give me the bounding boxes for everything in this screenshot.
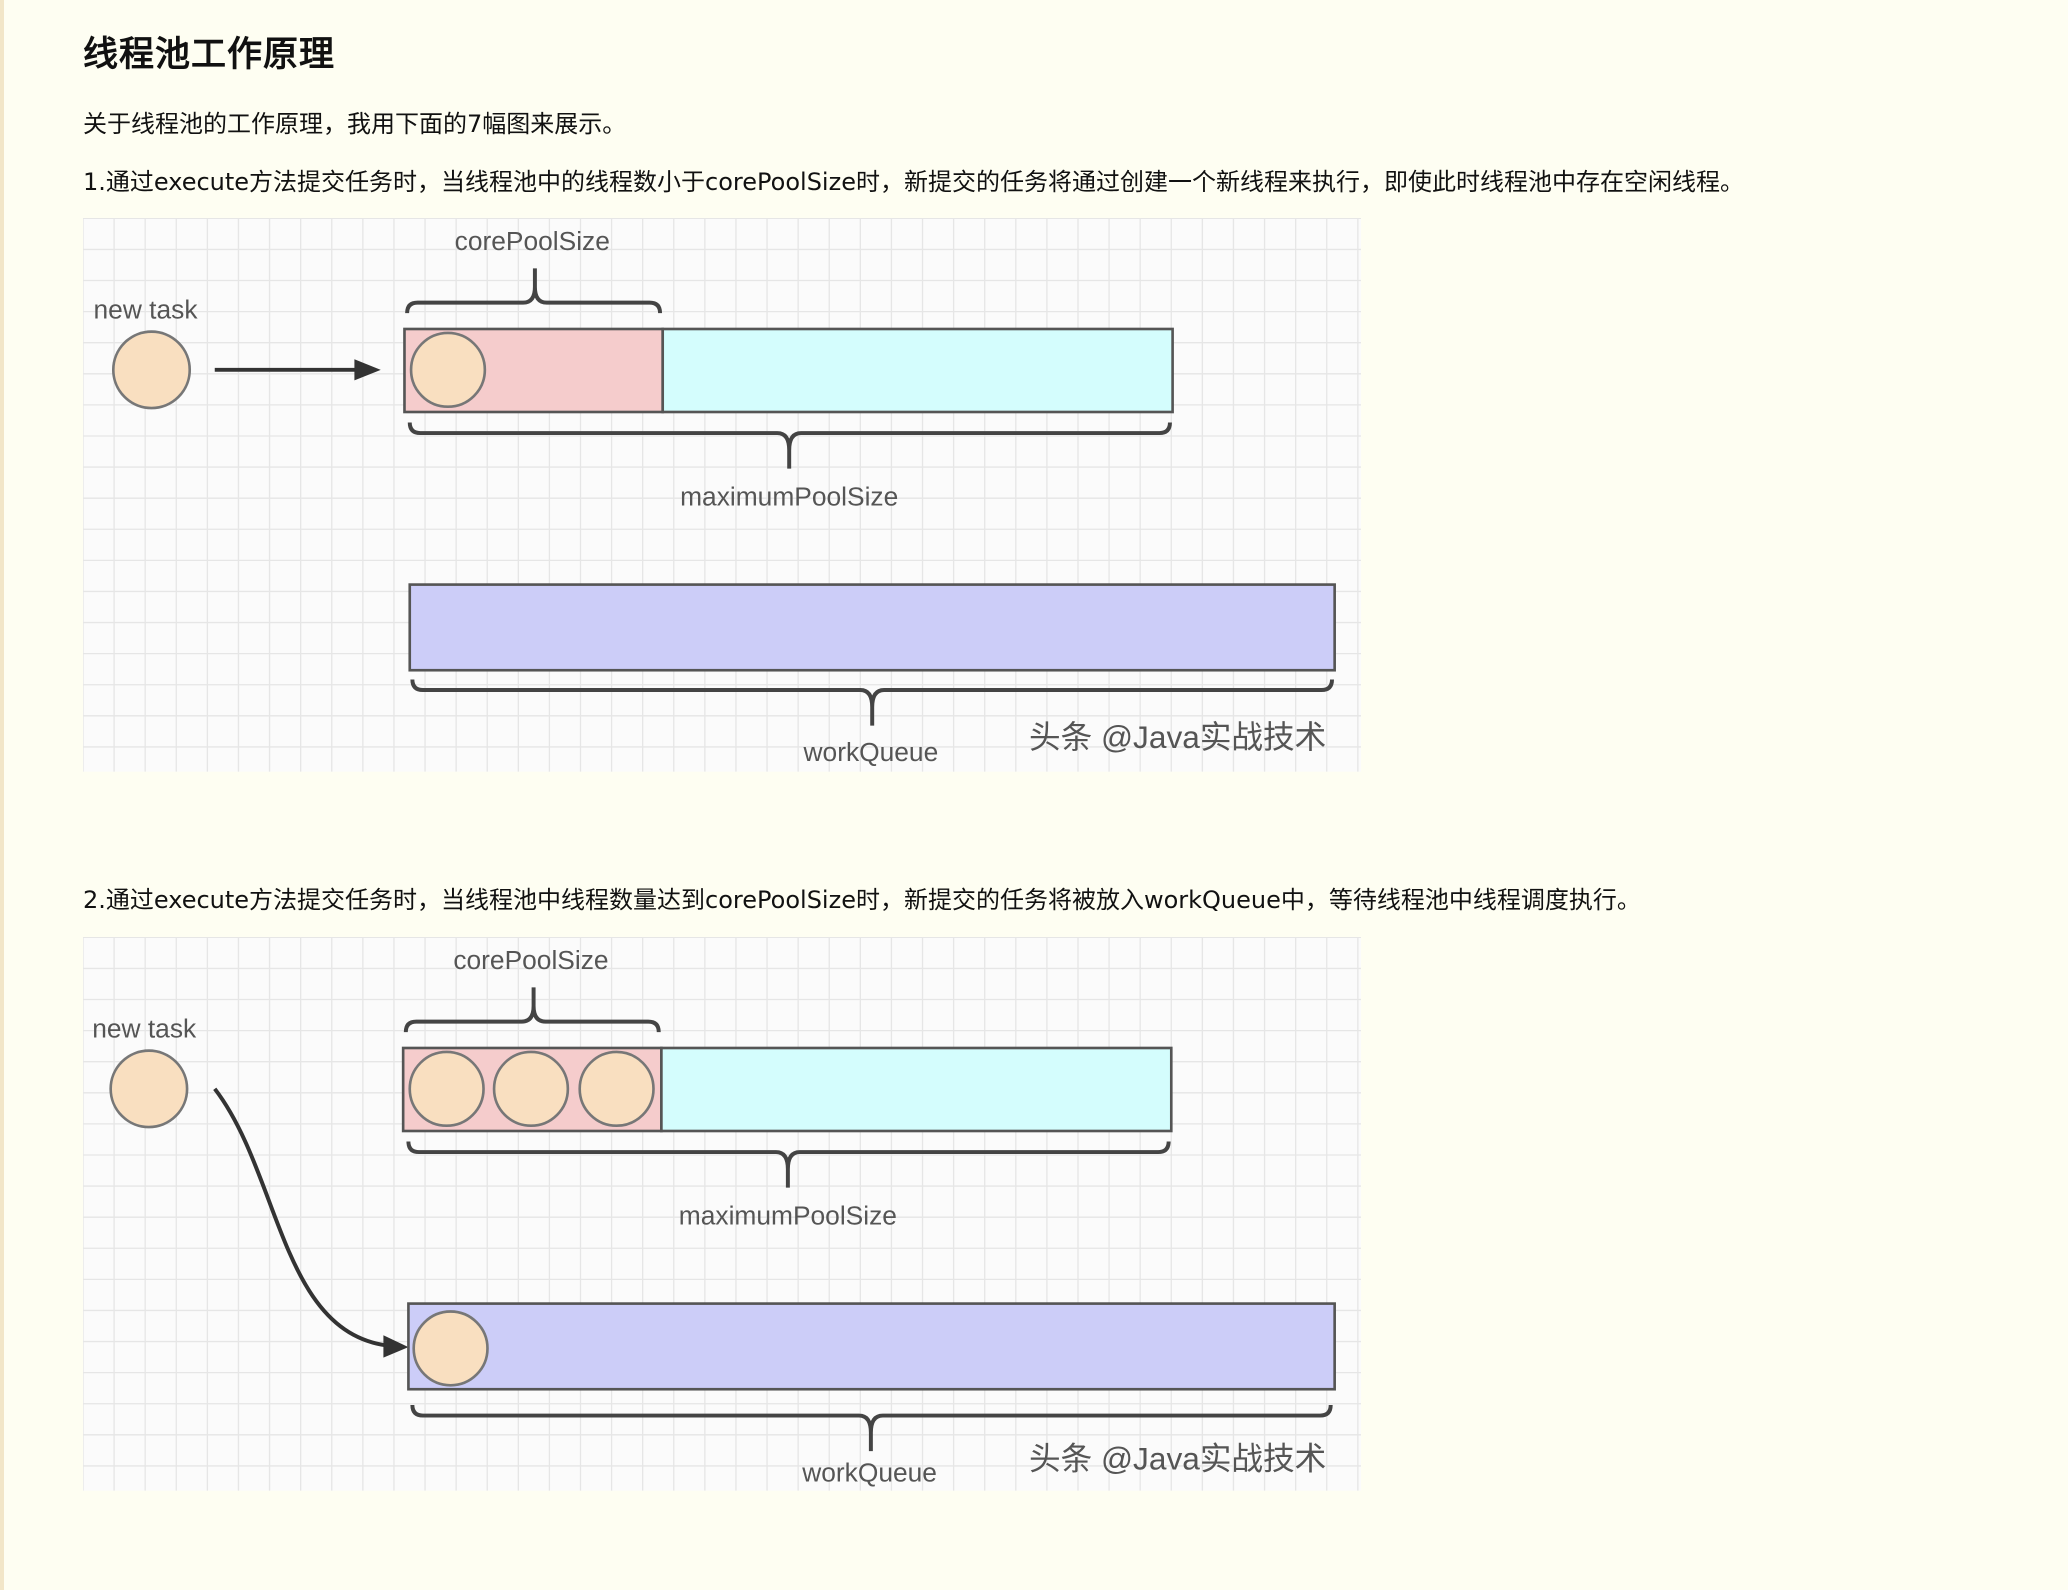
new-task-circle [109,1049,189,1129]
step-1-text: 1.通过execute方法提交任务时，当线程池中的线程数小于corePoolSi… [83,168,1744,196]
max-pool-label: maximumPoolSize [680,482,898,512]
max-pool-box [660,1046,1173,1133]
watermark: 头条 @Java实战技术 [1029,1441,1326,1477]
queued-task-circle [412,1310,489,1387]
core-thread-circle [409,331,487,409]
work-queue-label: workQueue [803,737,939,767]
max-pool-box [661,327,1174,414]
new-task-label: new task [94,294,199,324]
page-title: 线程池工作原理 [83,35,336,75]
new-task-circle [111,330,192,410]
watermark: 头条 @Java实战技术 [1029,719,1326,755]
page-edge [0,0,4,1590]
core-thread-circle [578,1050,655,1128]
figure-2-diagram: new task corePoolSize maximumPoolSize wo… [83,937,1361,1491]
core-pool-label: corePoolSize [455,226,610,256]
intro-paragraph: 关于线程池的工作原理，我用下面的7幅图来展示。 [83,110,627,138]
new-task-label: new task [92,1013,197,1043]
figure-1-diagram: new task corePoolSize maximumPoolSize wo… [83,218,1361,772]
core-thread-circle [408,1050,485,1128]
work-queue-box [408,583,1336,672]
step-2-text: 2.通过execute方法提交任务时，当线程池中线程数量达到corePoolSi… [83,886,1641,914]
core-thread-circle [492,1050,570,1128]
core-pool-label: corePoolSize [453,945,608,975]
work-queue-box [407,1302,1336,1391]
max-pool-label: maximumPoolSize [679,1201,897,1231]
work-queue-label: workQueue [801,1457,937,1487]
